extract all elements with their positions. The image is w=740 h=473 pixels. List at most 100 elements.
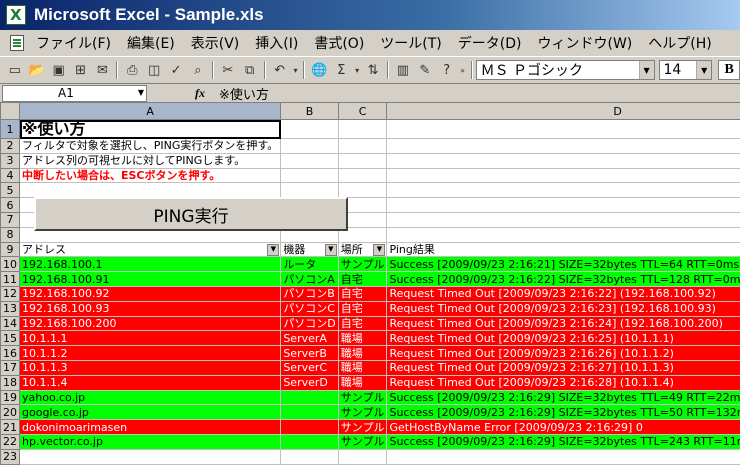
- font-size-select[interactable]: 14 ▼: [658, 60, 713, 80]
- name-box[interactable]: A1 ▼: [2, 84, 147, 102]
- row-header[interactable]: 1: [0, 119, 20, 139]
- cell-place[interactable]: 自宅: [337, 271, 388, 287]
- bold-button[interactable]: B: [718, 60, 740, 80]
- research-icon[interactable]: ⌕: [187, 60, 209, 80]
- cell-a3[interactable]: アドレス列の可視セルに対してPINGします。: [18, 152, 282, 169]
- cell-a4[interactable]: 中断したい場合は、ESCボタンを押す。: [18, 167, 282, 184]
- chart-wizard-icon[interactable]: ▥: [392, 60, 414, 80]
- copy-icon[interactable]: ⧉: [239, 60, 261, 80]
- row-header[interactable]: 5: [0, 182, 20, 199]
- cell-address[interactable]: 10.1.1.2: [18, 345, 282, 361]
- menu-edit[interactable]: 編集(E): [119, 33, 183, 53]
- sort-ascending-icon[interactable]: ⇅: [362, 60, 384, 80]
- select-all-corner[interactable]: [0, 102, 20, 120]
- cell-address[interactable]: 192.168.100.91: [18, 271, 282, 287]
- cell-place[interactable]: サンプル: [337, 433, 388, 450]
- cell-device[interactable]: [280, 433, 339, 450]
- header-place[interactable]: 場所 ▼: [337, 241, 388, 258]
- cell[interactable]: [386, 448, 740, 465]
- cell-place[interactable]: サンプル: [337, 389, 388, 406]
- cell-place[interactable]: サンプル: [337, 256, 388, 273]
- row-header[interactable]: 9: [0, 241, 20, 258]
- cell-place[interactable]: サンプル: [337, 404, 388, 421]
- menu-help[interactable]: ヘルプ(H): [640, 33, 719, 53]
- row-header[interactable]: 3: [0, 152, 20, 169]
- cell[interactable]: [18, 182, 282, 199]
- save-icon[interactable]: ▣: [48, 60, 70, 80]
- cell-ping-result[interactable]: Request Timed Out [2009/09/23 2:16:28] (…: [386, 374, 740, 391]
- cell-ping-result[interactable]: Request Timed Out [2009/09/23 2:16:27] (…: [386, 359, 740, 376]
- cell[interactable]: [386, 119, 740, 139]
- cell-device[interactable]: [280, 404, 339, 421]
- cell-place[interactable]: 自宅: [337, 285, 388, 302]
- cell-ping-result[interactable]: Request Timed Out [2009/09/23 2:16:22] (…: [386, 285, 740, 302]
- open-icon[interactable]: 📂: [26, 60, 48, 80]
- cell[interactable]: [386, 152, 740, 169]
- cell[interactable]: [337, 152, 388, 169]
- cell-ping-result[interactable]: Request Timed Out [2009/09/23 2:16:26] (…: [386, 345, 740, 361]
- chevron-down-icon[interactable]: ▼: [638, 61, 654, 79]
- cell[interactable]: [280, 182, 339, 199]
- cell-address[interactable]: 10.1.1.1: [18, 330, 282, 347]
- row-header[interactable]: 12: [0, 285, 20, 302]
- cell-a1[interactable]: ※使い方: [18, 119, 282, 139]
- help-icon[interactable]: ?: [436, 60, 458, 80]
- email-icon[interactable]: ✉: [92, 60, 114, 80]
- fx-icon[interactable]: fx: [195, 86, 213, 101]
- cell-place[interactable]: 自宅: [337, 315, 388, 332]
- font-name-select[interactable]: ＭＳ Ｐゴシック ▼: [475, 60, 655, 80]
- chevron-down-icon[interactable]: ▼: [696, 61, 712, 79]
- cell-address[interactable]: google.co.jp: [18, 404, 282, 421]
- drawing-icon[interactable]: ✎: [414, 60, 436, 80]
- cell-place[interactable]: サンプル: [337, 419, 388, 435]
- header-device[interactable]: 機器 ▼: [280, 241, 339, 258]
- cell-ping-result[interactable]: Success [2009/09/23 2:16:29] SIZE=32byte…: [386, 389, 740, 406]
- row-header[interactable]: 2: [0, 138, 20, 154]
- cell[interactable]: [337, 167, 388, 184]
- cell-device[interactable]: ServerB: [280, 345, 339, 361]
- column-header-b[interactable]: B: [280, 102, 339, 120]
- cell-place[interactable]: 職場: [337, 330, 388, 347]
- chevron-down-icon[interactable]: ▼: [138, 88, 144, 97]
- print-preview-icon[interactable]: ◫: [143, 60, 165, 80]
- row-header[interactable]: 23: [0, 448, 20, 465]
- cell[interactable]: [280, 119, 339, 139]
- cut-icon[interactable]: ✂: [217, 60, 239, 80]
- menu-file[interactable]: ファイル(F): [28, 33, 119, 53]
- cell[interactable]: [18, 448, 282, 465]
- cell-address[interactable]: 192.168.100.93: [18, 300, 282, 317]
- formula-input[interactable]: ※使い方: [219, 84, 269, 103]
- ping-run-button[interactable]: PING実行: [34, 197, 348, 231]
- autosum-icon[interactable]: Σ: [330, 60, 352, 80]
- cell[interactable]: [337, 119, 388, 139]
- cell-ping-result[interactable]: Request Timed Out [2009/09/23 2:16:23] (…: [386, 300, 740, 317]
- spelling-icon[interactable]: ✓: [165, 60, 187, 80]
- cell-ping-result[interactable]: Success [2009/09/23 2:16:29] SIZE=32byte…: [386, 433, 740, 450]
- cell[interactable]: [337, 182, 388, 199]
- cell-address[interactable]: 192.168.100.92: [18, 285, 282, 302]
- cell-address[interactable]: 10.1.1.3: [18, 359, 282, 376]
- row-header[interactable]: 21: [0, 419, 20, 435]
- hyperlink-icon[interactable]: 🌐: [308, 60, 330, 80]
- new-icon[interactable]: ▭: [4, 60, 26, 80]
- cell[interactable]: [337, 138, 388, 154]
- cell-device[interactable]: ルータ: [280, 256, 339, 273]
- cell-ping-result[interactable]: Request Timed Out [2009/09/23 2:16:24] (…: [386, 315, 740, 332]
- column-header-a[interactable]: A: [18, 102, 282, 120]
- cell[interactable]: [280, 167, 339, 184]
- row-header[interactable]: 8: [0, 226, 20, 243]
- cell-device[interactable]: [280, 389, 339, 406]
- menu-window[interactable]: ウィンドウ(W): [530, 33, 641, 53]
- cell-address[interactable]: 192.168.100.200: [18, 315, 282, 332]
- cell[interactable]: [386, 226, 740, 243]
- cell[interactable]: [280, 138, 339, 154]
- filter-dropdown-icon[interactable]: ▼: [373, 243, 386, 256]
- column-header-d[interactable]: D: [386, 102, 740, 120]
- menu-tools[interactable]: ツール(T): [372, 33, 449, 53]
- menu-data[interactable]: データ(D): [450, 33, 530, 53]
- cell[interactable]: [386, 197, 740, 213]
- row-header[interactable]: 20: [0, 404, 20, 421]
- cell-ping-result[interactable]: GetHostByName Error [2009/09/23 2:16:29]…: [386, 419, 740, 435]
- print-icon[interactable]: ⎙: [121, 60, 143, 80]
- filter-dropdown-icon[interactable]: ▼: [324, 243, 337, 256]
